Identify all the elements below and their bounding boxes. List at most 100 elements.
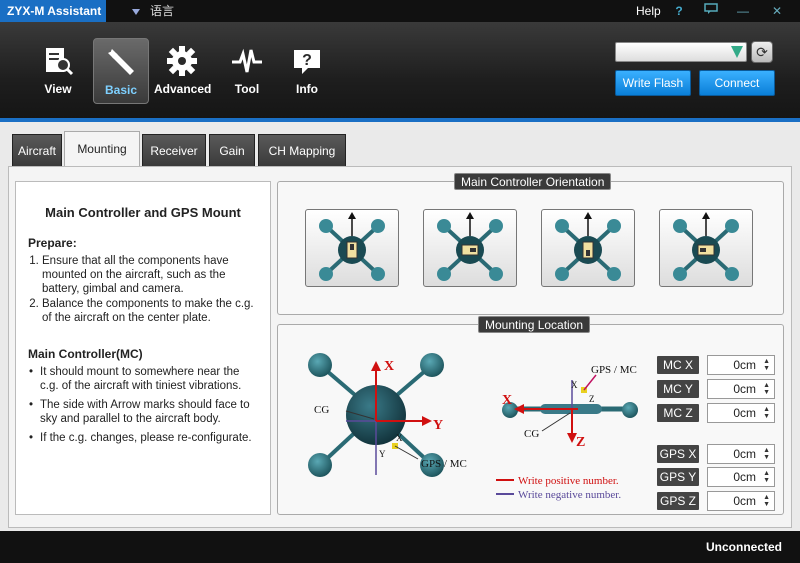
mc-y-label: MC Y xyxy=(657,380,699,398)
orientation-option-right[interactable] xyxy=(423,209,517,287)
orientation-group-title: Main Controller Orientation xyxy=(454,173,612,190)
spinner-icon[interactable]: ▲ ▼ xyxy=(763,470,770,484)
gps-x-input[interactable]: 0cm ▲ ▼ xyxy=(707,444,775,464)
mc-heading: Main Controller(MC) xyxy=(28,347,143,361)
info-bubble-icon: ? xyxy=(294,50,320,74)
quadcopter-orientation-icon xyxy=(555,212,621,281)
view-document-icon xyxy=(46,48,74,76)
mc-item: It should mount to somewhere near the c.… xyxy=(28,365,258,393)
mounting-location-group: Mounting Location X Y CG X Y GPS / MC X … xyxy=(277,316,784,515)
side-small-x-label: X xyxy=(571,380,578,390)
dropdown-triangle-icon xyxy=(132,8,140,15)
language-menu-label: 语言 xyxy=(150,4,175,18)
prepare-item: Balance the components to make the c.g. … xyxy=(42,297,258,325)
nav-view-label: View xyxy=(44,82,72,96)
instructions-panel: Main Controller and GPS Mount Prepare: E… xyxy=(15,181,271,515)
gps-z-label: GPS Z xyxy=(657,492,699,510)
language-menu[interactable]: 语言 xyxy=(132,3,174,19)
legend-positive: Write positive number. xyxy=(518,475,619,487)
nav-basic-label: Basic xyxy=(104,83,138,97)
orientation-option-left[interactable] xyxy=(659,209,753,287)
wrench-icon xyxy=(108,49,134,75)
mc-x-input[interactable]: 0cm ▲ ▼ xyxy=(707,355,775,375)
nav-basic-button[interactable]: Basic xyxy=(93,38,149,104)
mc-y-value: 0cm xyxy=(733,382,756,396)
top-cg-label: CG xyxy=(314,404,329,416)
side-x-label: X xyxy=(502,393,512,408)
spinner-icon[interactable]: ▲ ▼ xyxy=(763,406,770,420)
side-cg-label: CG xyxy=(524,428,539,440)
gps-z-input[interactable]: 0cm ▲ ▼ xyxy=(707,491,775,511)
port-select[interactable] xyxy=(615,42,747,62)
top-small-y-label: Y xyxy=(379,449,386,459)
orientation-option-forward[interactable] xyxy=(305,209,399,287)
nav-info-button[interactable]: ? Info xyxy=(279,38,335,104)
gps-y-input[interactable]: 0cm ▲ ▼ xyxy=(707,467,775,487)
side-small-z-label: Z xyxy=(589,394,595,404)
legend-negative: Write negative number. xyxy=(518,489,621,501)
mc-z-label: MC Z xyxy=(657,404,699,422)
gps-y-label: GPS Y xyxy=(657,468,699,486)
help-icon[interactable]: ? xyxy=(670,3,688,19)
nav-view-button[interactable]: View xyxy=(30,38,86,104)
close-button[interactable]: ✕ xyxy=(768,3,786,19)
prepare-heading: Prepare: xyxy=(28,236,77,250)
quadcopter-orientation-icon xyxy=(437,212,503,281)
quadcopter-orientation-icon xyxy=(319,212,385,281)
spinner-icon[interactable]: ▲ ▼ xyxy=(763,447,770,461)
quadcopter-orientation-icon xyxy=(673,212,739,281)
status-bar: Unconnected xyxy=(0,531,800,563)
mc-item: If the c.g. changes, please re-configura… xyxy=(28,431,258,445)
nav-tool-label: Tool xyxy=(234,82,260,96)
mc-y-input[interactable]: 0cm ▲ ▼ xyxy=(707,379,775,399)
mc-item: The side with Arrow marks should face to… xyxy=(28,398,258,426)
pulse-icon xyxy=(232,48,262,73)
mounting-diagram: X Y CG X Y GPS / MC X Z CG X Z GPS / MC … xyxy=(308,353,638,501)
top-y-label: Y xyxy=(433,418,443,433)
app-title: ZYX-M Assistant xyxy=(0,0,106,22)
nav-tool-button[interactable]: Tool xyxy=(219,38,275,104)
gps-z-value: 0cm xyxy=(733,494,756,508)
tab-gain[interactable]: Gain xyxy=(209,134,255,166)
refresh-button[interactable]: ⟳ xyxy=(751,41,773,63)
spinner-icon[interactable]: ▲ ▼ xyxy=(763,494,770,508)
instructions-title: Main Controller and GPS Mount xyxy=(45,205,241,220)
gps-x-label: GPS X xyxy=(657,445,699,463)
spinner-icon[interactable]: ▲ ▼ xyxy=(763,358,770,372)
orientation-group: Main Controller Orientation xyxy=(277,173,784,315)
title-bar: ZYX-M Assistant 语言 Help ? — ✕ xyxy=(0,0,800,22)
mc-x-value: 0cm xyxy=(733,358,756,372)
help-menu[interactable]: Help xyxy=(636,4,661,18)
top-x-label: X xyxy=(384,359,394,374)
spinner-icon[interactable]: ▲ ▼ xyxy=(763,382,770,396)
nav-info-label: Info xyxy=(296,82,318,96)
nav-advanced-label: Advanced xyxy=(154,82,212,96)
write-flash-button[interactable]: Write Flash xyxy=(615,70,691,96)
side-gps-label: GPS / MC xyxy=(591,364,637,376)
tab-receiver[interactable]: Receiver xyxy=(142,134,206,166)
mounting-panel: Main Controller and GPS Mount Prepare: E… xyxy=(8,166,792,528)
message-icon[interactable] xyxy=(702,3,720,19)
svg-text:?: ? xyxy=(302,52,312,69)
gps-y-value: 0cm xyxy=(733,470,756,484)
side-z-label: Z xyxy=(576,435,585,450)
prepare-list: Ensure that all the components have moun… xyxy=(28,254,258,325)
select-arrow-icon xyxy=(731,46,743,58)
content-area: Aircraft Mounting Receiver Gain CH Mappi… xyxy=(0,118,800,531)
tab-ch-mapping[interactable]: CH Mapping xyxy=(258,134,346,166)
top-gps-label: GPS / MC xyxy=(421,458,467,470)
tab-mounting[interactable]: Mounting xyxy=(64,131,140,167)
mc-list: It should mount to somewhere near the c.… xyxy=(28,365,258,445)
top-small-x-label: X xyxy=(396,433,403,443)
connect-button[interactable]: Connect xyxy=(699,70,775,96)
minimize-button[interactable]: — xyxy=(734,3,752,19)
mc-z-input[interactable]: 0cm ▲ ▼ xyxy=(707,403,775,423)
tab-aircraft[interactable]: Aircraft xyxy=(12,134,62,166)
prepare-item: Ensure that all the components have moun… xyxy=(42,254,258,296)
orientation-option-backward[interactable] xyxy=(541,209,635,287)
mc-x-label: MC X xyxy=(657,356,699,374)
connection-status: Unconnected xyxy=(705,540,782,554)
mc-z-value: 0cm xyxy=(733,406,756,420)
nav-advanced-button[interactable]: Advanced xyxy=(154,38,212,104)
main-toolbar: View Basic Advanced Tool ? Info ⟳ Write … xyxy=(0,22,800,118)
